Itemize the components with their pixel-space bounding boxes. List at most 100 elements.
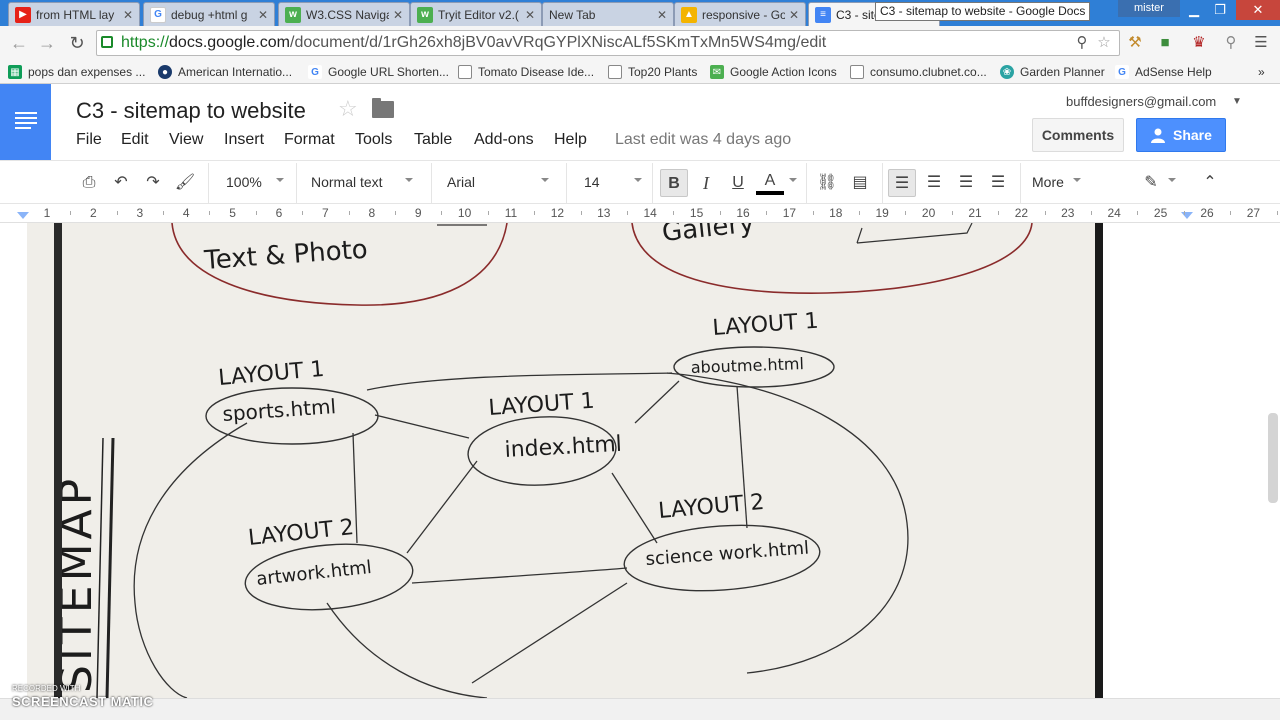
font-select[interactable]: Arial [447,174,475,190]
forward-icon[interactable]: → [36,32,58,54]
bookmark[interactable]: ✉ Google Action Icons [710,63,837,81]
link-icon[interactable]: ⛓︎ [813,169,841,197]
redo-icon[interactable]: ↷ [139,169,167,197]
menu-file[interactable]: File [76,131,102,149]
browser-tab[interactable]: G debug +html g ✕ [143,2,275,26]
maximize-icon[interactable]: ❐ [1206,0,1234,20]
reload-icon[interactable]: ↻ [66,32,88,54]
document-canvas[interactable]: Text & Photo Gallery sports.html index.h… [0,223,1280,720]
style-select[interactable]: Normal text [311,174,383,190]
star-icon[interactable]: ☆ [338,96,358,122]
horizontal-scrollbar[interactable] [0,698,1280,720]
close-icon[interactable]: ✕ [525,8,535,22]
browser-tab[interactable]: New Tab ✕ [542,2,674,26]
ruler-number: 11 [504,206,518,220]
docs-home-icon[interactable] [0,84,51,160]
evernote-icon[interactable]: ■ [1156,34,1174,52]
right-indent-marker[interactable] [1181,212,1193,219]
chevron-down-icon [405,178,413,182]
bookmark-label: consumo.clubnet.co... [870,65,987,79]
leaf-icon: ❀ [1000,65,1014,79]
watermark-line2: SCREENCAST MATIC [12,694,154,709]
extension-icon[interactable]: ⚒ [1126,34,1144,52]
vertical-scrollbar[interactable] [1268,413,1278,503]
align-left-icon[interactable]: ☰ [888,169,916,197]
star-icon[interactable]: ☆ [1095,34,1113,52]
italic-button[interactable]: I [692,169,720,197]
menu-add-ons[interactable]: Add-ons [474,131,534,149]
comments-button[interactable]: Comments [1032,118,1124,152]
browser-tab[interactable]: ▶ from HTML lay ✕ [8,2,140,26]
bookmark[interactable]: ● American Internatio... [158,63,292,81]
menu-view[interactable]: View [169,131,203,149]
align-right-icon[interactable]: ☰ [952,169,980,197]
bookmark[interactable]: Tomato Disease Ide... [458,63,594,81]
mail-icon: ✉ [710,65,724,79]
extension-icon[interactable]: ♛ [1190,34,1208,52]
address-bar[interactable]: https://docs.google.com/document/d/1rGh2… [96,30,1120,56]
menu-tools[interactable]: Tools [355,131,392,149]
browser-tab[interactable]: ▲ responsive - Go ✕ [674,2,806,26]
share-button[interactable]: Share [1136,118,1226,152]
underline-button[interactable]: U [724,169,752,197]
bookmarks-overflow-icon[interactable]: » [1258,63,1265,81]
close-icon[interactable]: ✕ [657,8,667,22]
bookmark[interactable]: Top20 Plants [608,63,697,81]
search-extension-icon[interactable]: ⚲ [1222,34,1240,52]
comment-icon[interactable]: ▤ [846,169,874,197]
ruler-tick [1276,211,1278,215]
profile-badge[interactable]: mister [1118,0,1180,17]
ruler-tick [859,211,860,215]
document-title[interactable]: C3 - sitemap to website [76,98,306,124]
ruler-number: 22 [1014,206,1029,220]
ruler-number: 17 [782,206,797,220]
page-icon [850,65,864,79]
align-center-icon[interactable]: ☰ [920,169,948,197]
menu-icon[interactable]: ☰ [1252,34,1270,52]
browser-tab[interactable]: w W3.CSS Naviga ✕ [278,2,410,26]
node-label: sports.html [222,394,337,426]
print-icon[interactable]: ⎙ [75,169,103,197]
paint-format-icon[interactable]: 🖌︎ [171,169,199,197]
menu-edit[interactable]: Edit [121,131,149,149]
align-justify-icon[interactable]: ☰ [984,169,1012,197]
left-indent-marker[interactable] [17,212,29,219]
browser-tab[interactable]: w Tryit Editor v2.( ✕ [410,2,542,26]
folder-icon[interactable] [372,98,394,118]
more-button[interactable]: More [1032,174,1064,190]
bookmark[interactable]: ▦ pops dan expenses ... [8,63,145,81]
zoom-select[interactable]: 100% [226,174,262,190]
last-edit-status[interactable]: Last edit was 4 days ago [615,131,791,149]
menu-insert[interactable]: Insert [224,131,264,149]
undo-icon[interactable]: ↶ [107,169,135,197]
close-icon[interactable]: ✕ [123,8,133,22]
bookmark[interactable]: G Google URL Shorten... [308,63,449,81]
bold-button[interactable]: B [660,169,688,197]
bookmark[interactable]: consumo.clubnet.co... [850,63,987,81]
menu-format[interactable]: Format [284,131,335,149]
bookmark[interactable]: ❀ Garden Planner [1000,63,1105,81]
sitemap-sketch-image[interactable]: Text & Photo Gallery sports.html index.h… [27,223,1103,698]
back-icon[interactable]: ← [8,32,30,54]
zoom-icon[interactable]: ⚲ [1073,34,1091,52]
window-close-icon[interactable]: ✕ [1236,0,1280,20]
close-icon[interactable]: ✕ [258,8,268,22]
ruler-number: 10 [457,206,472,220]
menu-table[interactable]: Table [414,131,452,149]
bookmark[interactable]: G AdSense Help [1115,63,1212,81]
account-email[interactable]: buffdesigners@gmail.com [1066,94,1216,109]
google-icon: G [1115,65,1129,79]
youtube-icon: ▶ [15,6,31,23]
close-icon[interactable]: ✕ [393,8,403,22]
close-icon[interactable]: ✕ [789,8,799,22]
edit-mode-pen-icon[interactable]: ✎ [1137,169,1165,197]
ruler[interactable]: 1 2 3 4 5 6 7 8 9 10 11 12 13 14 15 16 17 18 19 20 21 22 23 24 2… [0,204,1280,223]
ruler-number: 18 [829,206,843,220]
text-color-button[interactable]: A [756,169,784,195]
menu-help[interactable]: Help [554,131,587,149]
collapse-icon[interactable]: ⌃ [1196,169,1224,197]
font-size-select[interactable]: 14 [584,174,600,190]
minimize-icon[interactable]: ▁ [1180,0,1208,20]
chevron-down-icon [541,178,549,182]
chevron-down-icon[interactable]: ▼ [1232,96,1242,107]
